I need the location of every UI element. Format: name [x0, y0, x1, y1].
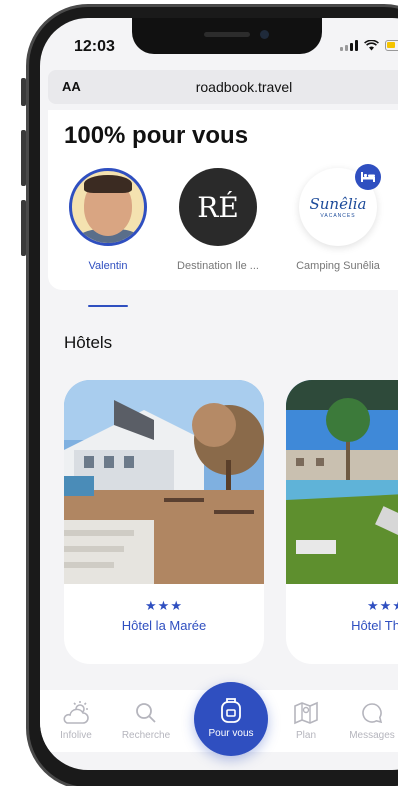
hotel-card-la-maree[interactable]: ★★★ Hôtel la Marée — [64, 380, 264, 664]
tab-plan[interactable]: Plan — [274, 700, 338, 741]
story-label: Destination Ile ... — [177, 260, 259, 272]
tab-recherche[interactable]: Recherche — [114, 700, 178, 741]
story-camping-sunelia[interactable]: Sunêlia VACANCES Camping Sunêlia — [288, 164, 388, 272]
hotel-card-the-o[interactable]: ★★★ Hôtel The O — [286, 380, 398, 664]
tab-label: Pour vous — [208, 728, 254, 739]
hotels-section-title: Hôtels — [64, 333, 113, 352]
tab-label: Messages — [349, 730, 395, 741]
notch — [132, 18, 322, 54]
phone-screen: 12:03 AA roadbook.travel ↻ 100% pour vou… — [40, 18, 398, 770]
tab-label: Recherche — [121, 730, 171, 741]
tab-label: Infolive — [60, 730, 92, 741]
bottom-tab-bar: Infolive Recherche Pour vous Plan Messag… — [40, 682, 398, 756]
hotel-bed-icon — [355, 164, 381, 190]
hotel-photo — [286, 380, 398, 584]
front-camera — [260, 30, 269, 39]
story-destination-ile-de-re[interactable]: RÉ Destination Ile ... — [168, 168, 268, 272]
status-icons — [340, 40, 398, 51]
tab-pour-vous[interactable]: Pour vous — [194, 682, 268, 756]
phone-mockup: 12:03 AA roadbook.travel ↻ 100% pour vou… — [0, 0, 398, 786]
story-label: Camping Sunêlia — [296, 260, 380, 272]
sunelia-logo: Sunêlia VACANCES — [299, 164, 381, 246]
tab-messages[interactable]: Messages — [340, 700, 398, 741]
hotel-photo — [64, 380, 264, 584]
battery-icon — [385, 40, 398, 51]
status-time: 12:03 — [74, 38, 115, 55]
hotel-stars: ★★★ — [145, 598, 183, 613]
hotel-name: Hôtel The O — [351, 618, 398, 633]
weather-icon — [44, 700, 108, 726]
chat-icon — [340, 700, 398, 726]
for-you-header-card: 100% pour vous Valentin RÉ Destination I… — [48, 110, 398, 307]
hotel-stars: ★★★ — [367, 598, 398, 613]
backpack-icon — [219, 696, 243, 729]
tab-label: Plan — [295, 730, 316, 741]
story-valentin[interactable]: Valentin — [58, 168, 158, 272]
wifi-icon — [364, 40, 379, 51]
page-title: 100% pour vous — [64, 122, 249, 149]
map-icon — [274, 700, 338, 726]
story-label: Valentin — [88, 260, 128, 272]
tab-infolive[interactable]: Infolive — [44, 700, 108, 741]
hotel-name: Hôtel la Marée — [121, 618, 207, 633]
sunelia-logo-text: Sunêlia — [309, 195, 367, 213]
search-icon — [114, 700, 178, 726]
avatar — [69, 168, 147, 246]
active-story-indicator — [88, 305, 128, 307]
destination-logo: RÉ — [179, 168, 257, 246]
url-text[interactable]: roadbook.travel — [48, 79, 398, 95]
address-bar[interactable]: AA roadbook.travel ↻ — [48, 70, 398, 104]
speaker — [204, 32, 250, 37]
sunelia-logo-subtext: VACANCES — [320, 213, 356, 219]
signal-icon — [340, 40, 358, 51]
